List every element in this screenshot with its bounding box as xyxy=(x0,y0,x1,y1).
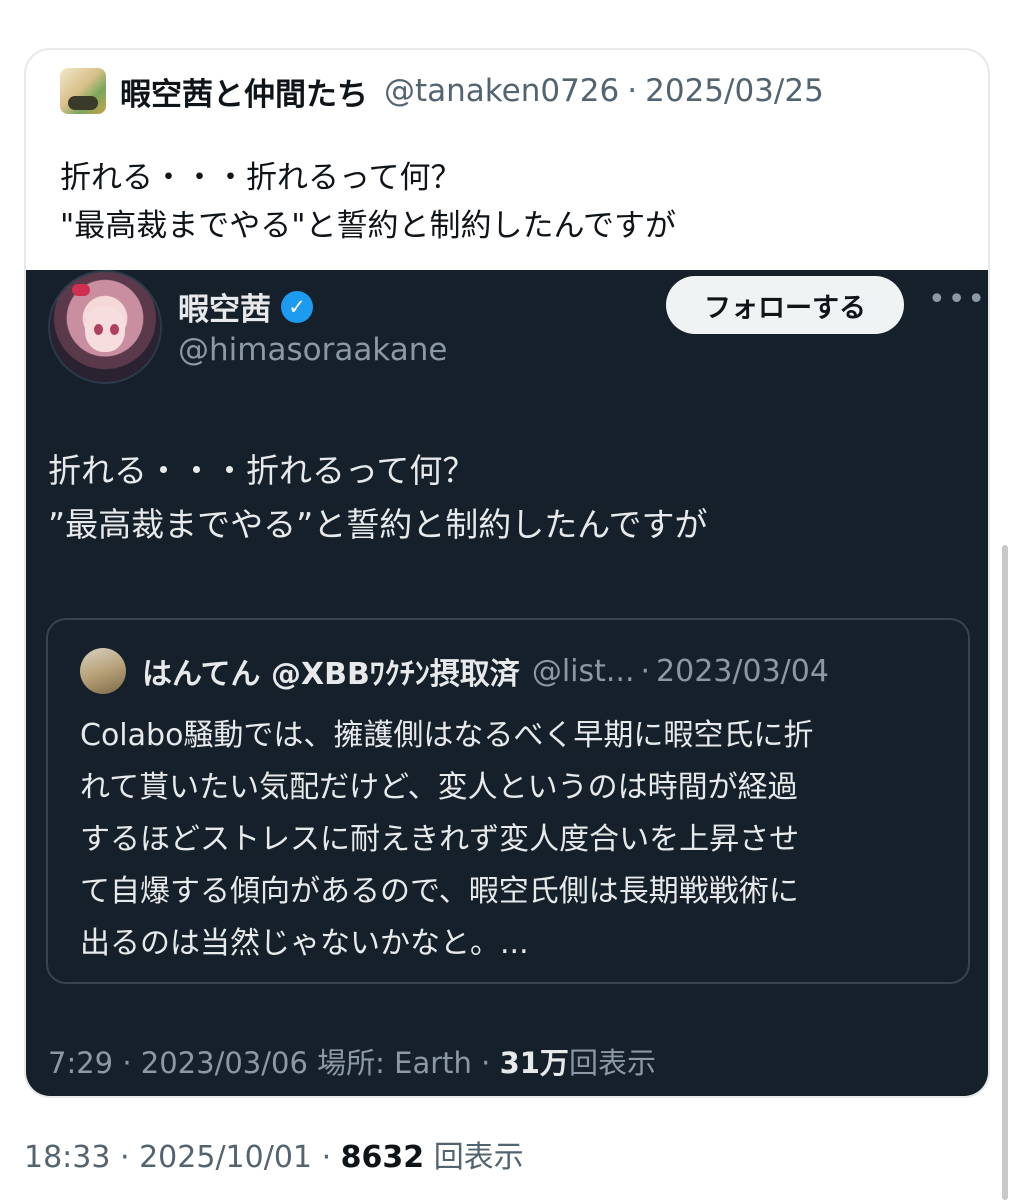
outer-tweet-header: 暇空茜と仲間たち @tanaken0726 · 2025/03/25 xyxy=(60,68,824,114)
views-count: 31万 xyxy=(499,1046,569,1080)
post-date[interactable]: 2025/10/01 xyxy=(139,1140,312,1175)
tweet-meta: 7:29 · 2023/03/06 場所: Earth · 31万回表示 xyxy=(48,1046,656,1080)
separator: · xyxy=(627,73,638,109)
embedded-tweet-screenshot: 暇空茜 ✓ @himasoraakane フォローする ••• 折れる・・・折れ… xyxy=(26,270,988,1096)
author-name[interactable]: 暇空茜 xyxy=(178,284,271,329)
post-views-label: 回表示 xyxy=(433,1140,524,1175)
text-line: するほどストレスに耐えきれず変人度合いを上昇させ xyxy=(80,822,800,857)
post-meta: 18:33 · 2025/10/01 · 8632 回表示 xyxy=(24,1140,524,1175)
more-options-icon[interactable]: ••• xyxy=(928,282,987,317)
tweet-text: 折れる・・・折れるって何？ ”最高裁までやる”と誓約と制約したんですが xyxy=(48,444,708,552)
text-line: 折れる・・・折れるって何？ xyxy=(60,160,462,196)
text-line: "最高裁までやる"と誓約と制約したんですが xyxy=(60,208,676,244)
text-line: ”最高裁までやる”と誓約と制約したんですが xyxy=(48,505,708,544)
tweet-date[interactable]: 2023/03/06 xyxy=(141,1046,308,1080)
views-label: 回表示 xyxy=(568,1046,656,1080)
author-name-row: 暇空茜 ✓ xyxy=(178,284,313,329)
text-line: て自爆する傾向があるので、暇空氏側は長期戦戦術に xyxy=(80,874,799,909)
quote-text: Colabo騒動では、擁護側はなるべく早期に暇空氏に折 れて貰いたい気配だけど、… xyxy=(80,710,813,970)
text-line: れて貰いたい気配だけど、変人というのは時間が経過 xyxy=(80,770,798,805)
tweet-location: 場所: Earth xyxy=(317,1046,472,1080)
outer-tweet-date[interactable]: 2025/03/25 xyxy=(645,73,824,109)
outer-author-handle[interactable]: @tanaken0726 xyxy=(384,73,619,109)
quote-author-name: はんてん @XBBﾜｸﾁﾝ摂取済 xyxy=(142,657,520,692)
verified-badge-icon: ✓ xyxy=(281,290,313,323)
quote-avatar xyxy=(80,648,126,694)
outer-tweet-text: 折れる・・・折れるって何？ "最高裁までやる"と誓約と制約したんですが xyxy=(60,154,676,250)
post-time[interactable]: 18:33 xyxy=(24,1140,110,1175)
follow-button[interactable]: フォローする xyxy=(666,276,904,334)
tweet-time[interactable]: 7:29 xyxy=(48,1046,113,1080)
outer-avatar[interactable] xyxy=(60,68,106,114)
author-handle[interactable]: @himasoraakane xyxy=(178,332,447,368)
post-views-count: 8632 xyxy=(340,1140,425,1175)
separator: · xyxy=(640,653,651,689)
quote-author-handle: @list... xyxy=(531,653,635,689)
quoted-tweet-card[interactable]: 暇空茜と仲間たち @tanaken0726 · 2025/03/25 折れる・・… xyxy=(24,48,990,1098)
text-line: 出るのは当然じゃないかなと。... xyxy=(80,926,529,961)
outer-author-name[interactable]: 暇空茜と仲間たち xyxy=(120,69,368,114)
text-line: 折れる・・・折れるって何？ xyxy=(48,451,476,490)
text-line: Colabo騒動では、擁護側はなるべく早期に暇空氏に折 xyxy=(80,718,814,753)
quote-header: はんてん @XBBﾜｸﾁﾝ摂取済 @list... · 2023/03/04 xyxy=(80,648,829,694)
quote-date: 2023/03/04 xyxy=(656,653,829,689)
avatar[interactable] xyxy=(48,270,162,384)
scrollbar[interactable] xyxy=(1002,545,1008,1200)
quote-tweet[interactable]: はんてん @XBBﾜｸﾁﾝ摂取済 @list... · 2023/03/04 C… xyxy=(46,618,970,984)
